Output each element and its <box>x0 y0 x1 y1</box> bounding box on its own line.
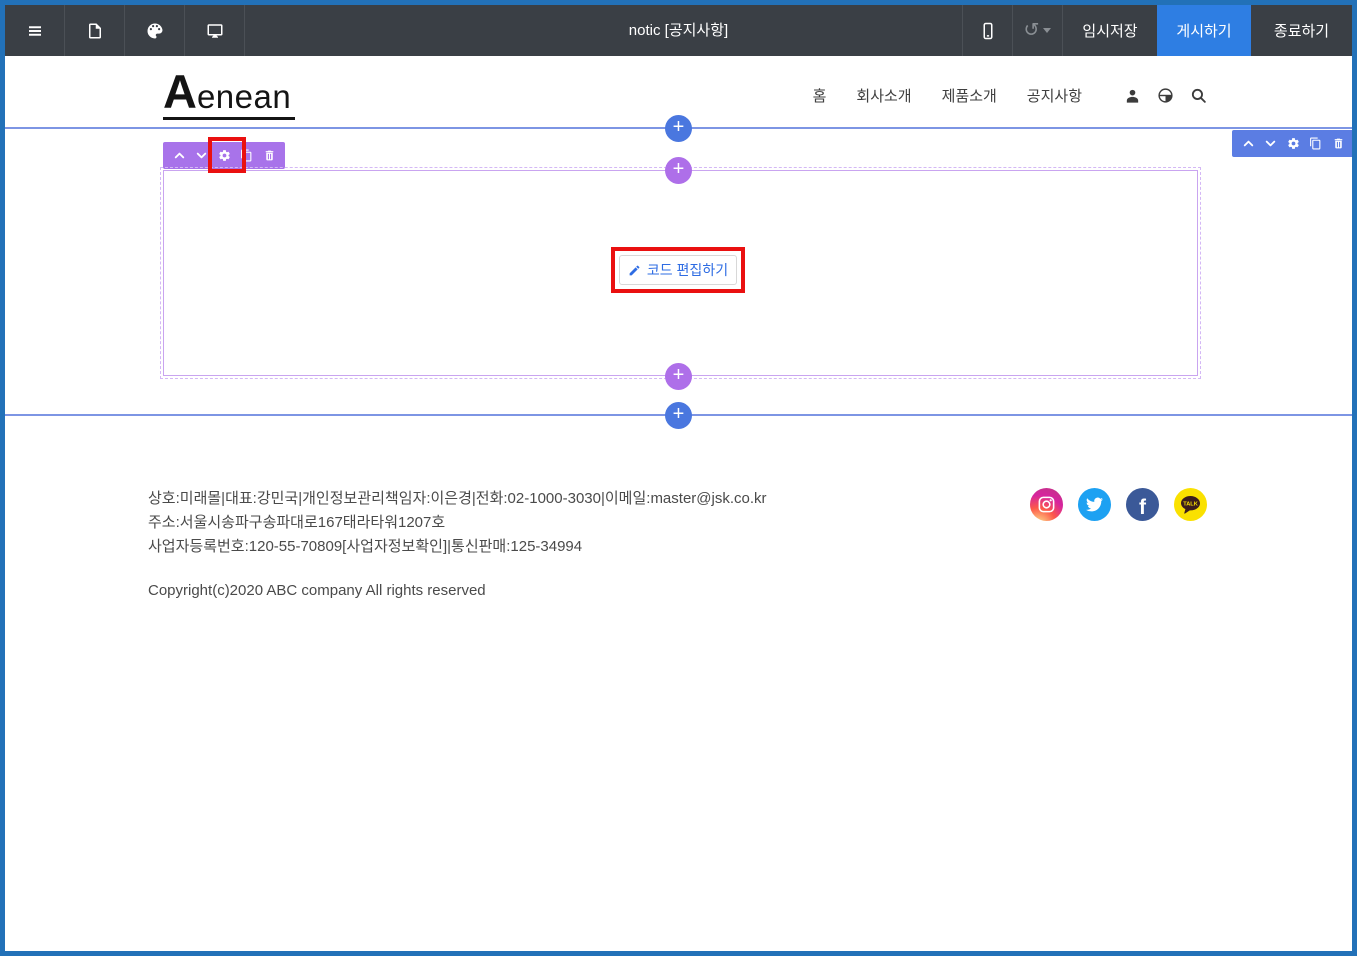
delete-section-button[interactable] <box>1332 137 1345 150</box>
facebook-link[interactable]: f <box>1126 488 1159 521</box>
widget-settings-button[interactable] <box>218 149 231 162</box>
widget-move-up-button[interactable] <box>173 149 186 162</box>
move-up-button[interactable] <box>1242 137 1255 150</box>
nav-item-products[interactable]: 제품소개 <box>942 85 997 106</box>
code-edit-label: 코드 편집하기 <box>647 260 728 280</box>
twitter-bird-icon <box>1086 496 1103 513</box>
menu-button[interactable] <box>5 5 65 56</box>
section-settings-button[interactable] <box>1287 137 1300 150</box>
editor-toolbar: notic [공지사항] ↺ 임시저장 게시하기 종료하기 <box>5 5 1352 56</box>
page-title: notic [공지사항] <box>629 5 728 56</box>
kakaotalk-icon: TALK <box>1174 488 1207 521</box>
pencil-icon <box>628 264 641 277</box>
section-toolbar-blue <box>1232 130 1354 157</box>
chevron-up-icon <box>1242 137 1255 150</box>
footer-info-line: 사업자등록번호:120-55-70809[사업자정보확인]|통신판매:125-3… <box>148 535 767 559</box>
kakao-talk-label: TALK <box>1183 501 1198 507</box>
publish-button[interactable]: 게시하기 <box>1157 5 1251 56</box>
smartphone-icon <box>979 22 997 40</box>
move-down-button[interactable] <box>1264 137 1277 150</box>
page-document-icon <box>86 22 104 40</box>
undo-icon: ↺ <box>1024 21 1040 40</box>
footer-info-line: 주소:서울시송파구송파대로167태라타워1207호 <box>148 511 767 535</box>
add-widget-button-top[interactable]: + <box>665 157 692 184</box>
add-widget-button-bottom[interactable]: + <box>665 363 692 390</box>
social-links: f TALK <box>1030 488 1207 521</box>
code-edit-button[interactable]: 코드 편집하기 <box>619 255 737 285</box>
facebook-icon: f <box>1139 497 1146 518</box>
copy-icon <box>240 149 253 162</box>
duplicate-section-button[interactable] <box>1309 137 1322 150</box>
exit-button[interactable]: 종료하기 <box>1251 5 1352 56</box>
trash-icon <box>1332 137 1345 150</box>
nav-item-home[interactable]: 홈 <box>813 85 827 106</box>
chevron-down-icon <box>195 149 208 162</box>
account-button[interactable] <box>1124 87 1141 104</box>
language-button[interactable] <box>1157 87 1174 104</box>
desktop-view-button[interactable] <box>185 5 245 56</box>
add-section-button-bottom[interactable]: + <box>665 402 692 429</box>
monitor-icon <box>206 22 224 40</box>
widget-move-down-button[interactable] <box>195 149 208 162</box>
editor-window: notic [공지사항] ↺ 임시저장 게시하기 종료하기 Aenean 홈 회… <box>0 0 1357 956</box>
palette-icon <box>146 22 164 40</box>
search-icon <box>1190 87 1207 104</box>
footer-copyright: Copyright(c)2020 ABC company All rights … <box>148 582 486 599</box>
trash-icon <box>263 149 276 162</box>
logo-text: enean <box>197 78 291 116</box>
hamburger-menu-icon <box>26 22 44 40</box>
toolbar-left-group <box>5 5 245 56</box>
chevron-down-icon <box>1264 137 1277 150</box>
globe-icon <box>1157 87 1174 104</box>
twitter-link[interactable] <box>1078 488 1111 521</box>
undo-button[interactable]: ↺ <box>1012 5 1062 56</box>
footer-business-info: 상호:미래몰|대표:강민국|개인정보관리책임자:이은경|전화:02-1000-3… <box>148 487 767 559</box>
toolbar-right-group: ↺ 임시저장 게시하기 종료하기 <box>962 5 1352 56</box>
instagram-icon <box>1037 495 1056 514</box>
nav-item-notice[interactable]: 공지사항 <box>1027 85 1082 106</box>
footer-info-line: 상호:미래몰|대표:강민국|개인정보관리책임자:이은경|전화:02-1000-3… <box>148 487 767 511</box>
temp-save-button[interactable]: 임시저장 <box>1062 5 1157 56</box>
site-nav: 홈 회사소개 제품소개 공지사항 <box>813 85 1207 106</box>
instagram-link[interactable] <box>1030 488 1063 521</box>
theme-button[interactable] <box>125 5 185 56</box>
chevron-up-icon <box>173 149 186 162</box>
nav-item-about[interactable]: 회사소개 <box>856 85 911 106</box>
pages-button[interactable] <box>65 5 125 56</box>
gear-icon <box>1287 137 1300 150</box>
logo-initial: A <box>163 71 197 113</box>
widget-toolbar-purple <box>163 142 285 169</box>
add-section-button-top[interactable]: + <box>665 115 692 142</box>
widget-delete-button[interactable] <box>263 149 276 162</box>
mobile-view-button[interactable] <box>962 5 1012 56</box>
kakaotalk-link[interactable]: TALK <box>1174 488 1207 521</box>
copy-icon <box>1309 137 1322 150</box>
search-button[interactable] <box>1190 87 1207 104</box>
site-logo[interactable]: Aenean <box>163 71 295 120</box>
undo-caret-icon <box>1043 28 1051 33</box>
widget-duplicate-button[interactable] <box>240 149 253 162</box>
gear-icon <box>218 149 231 162</box>
nav-icon-group <box>1124 87 1207 104</box>
person-icon <box>1124 87 1141 104</box>
